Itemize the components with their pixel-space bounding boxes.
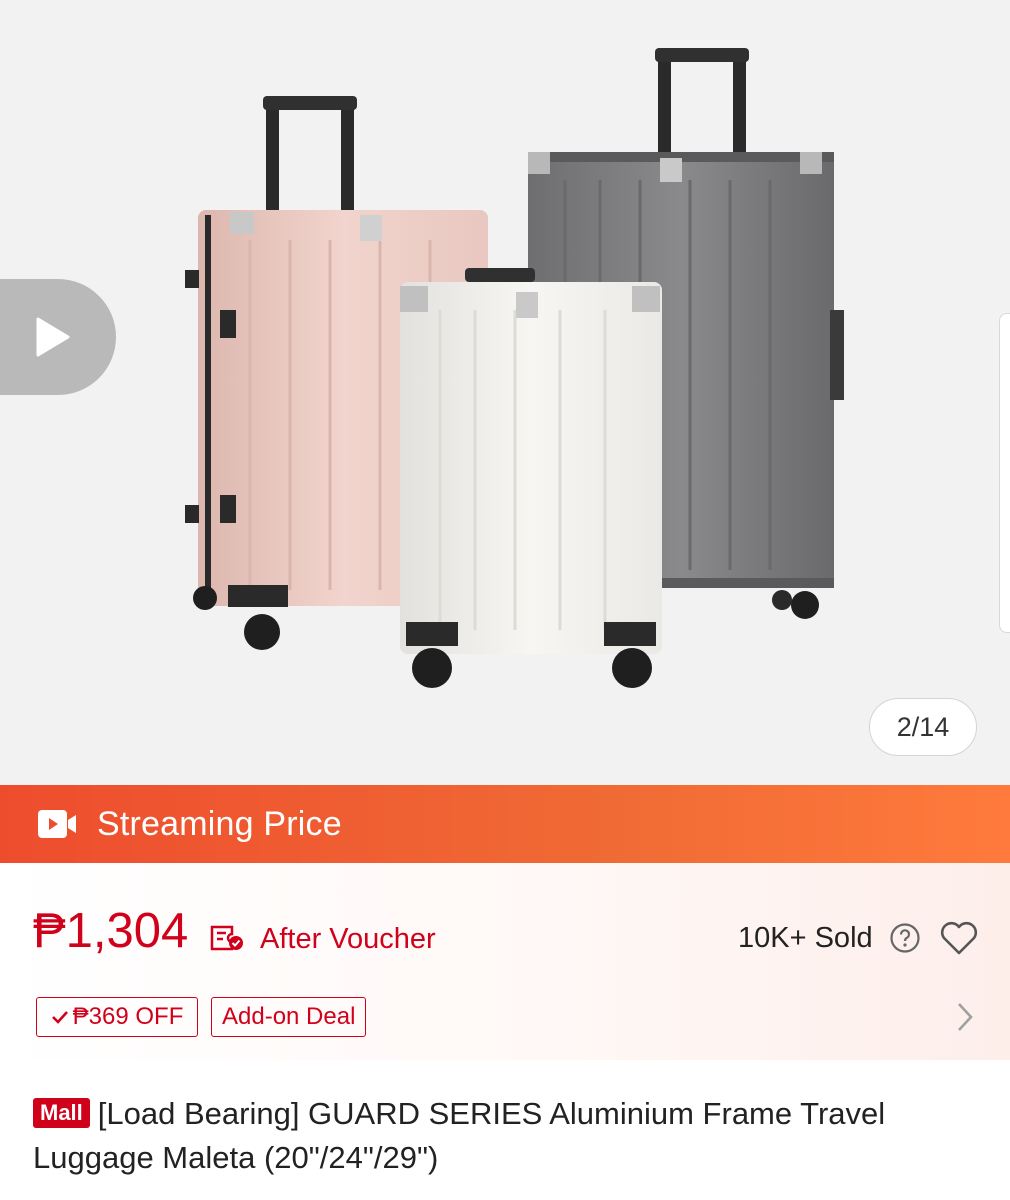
favorite-heart-icon[interactable] bbox=[939, 920, 979, 961]
chevron-right-icon[interactable] bbox=[955, 1001, 975, 1038]
discount-tag[interactable]: ₱369 OFF bbox=[36, 997, 198, 1037]
play-icon bbox=[36, 317, 70, 357]
after-voucher-label: After Voucher bbox=[260, 923, 436, 955]
sold-count: 10K+ Sold bbox=[738, 922, 873, 954]
video-camera-icon bbox=[38, 810, 76, 838]
check-icon bbox=[51, 1011, 68, 1024]
voucher-ticket-icon bbox=[210, 923, 244, 958]
product-title-block: Mall [Load Bearing] GUARD SERIES Aluminiu… bbox=[33, 1092, 973, 1180]
next-image-peek[interactable] bbox=[999, 313, 1010, 633]
streaming-price-label: Streaming Price bbox=[97, 804, 342, 843]
addon-deal-tag[interactable]: Add-on Deal bbox=[211, 997, 367, 1037]
mall-badge: Mall bbox=[33, 1098, 90, 1128]
image-counter: 2/14 bbox=[869, 698, 977, 756]
price-amount: ₱1,304 bbox=[33, 904, 189, 958]
streaming-price-banner[interactable]: Streaming Price bbox=[0, 785, 1010, 863]
product-image-gallery[interactable]: 2/14 bbox=[0, 0, 1010, 785]
discount-tag-label: ₱369 OFF bbox=[72, 1003, 184, 1030]
white-suitcase bbox=[400, 268, 662, 688]
product-title: [Load Bearing] GUARD SERIES Aluminium Fr… bbox=[33, 1096, 886, 1175]
question-circle-icon[interactable] bbox=[889, 922, 921, 959]
product-image bbox=[185, 48, 844, 688]
play-video-button[interactable] bbox=[0, 279, 116, 395]
